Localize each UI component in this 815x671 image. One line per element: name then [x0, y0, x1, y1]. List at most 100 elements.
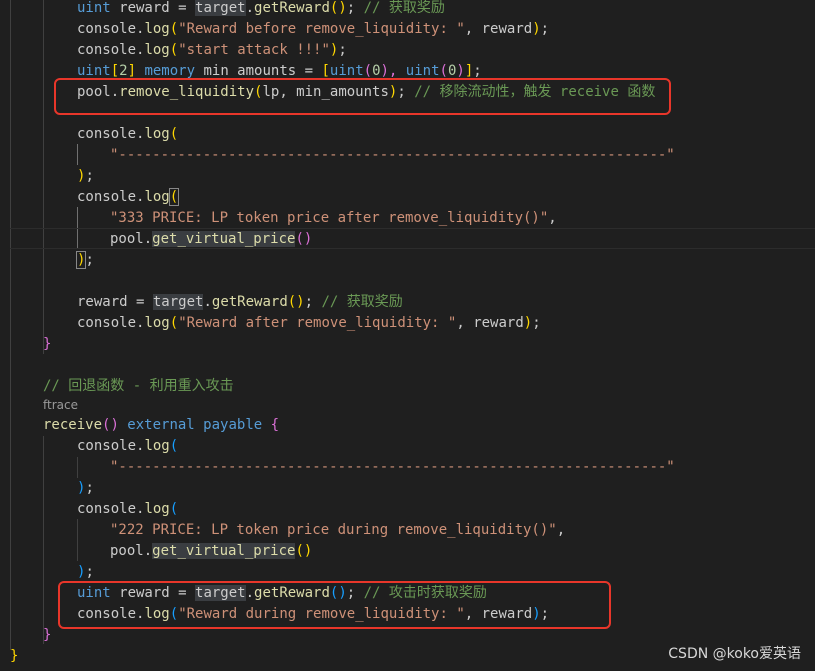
code-string: "333 PRICE: LP token price after remove_…	[110, 210, 549, 226]
code-token: [	[321, 63, 330, 79]
code-line: // 回退函数 - 利用重入攻击	[43, 376, 234, 397]
indent-guide	[10, 0, 11, 650]
indent-guide	[43, 436, 44, 644]
code-token: ;	[304, 294, 322, 310]
code-token: payable	[203, 417, 263, 433]
code-token: log	[144, 501, 170, 517]
code-line: reward = target.getReward(); // 获取奖励	[77, 292, 403, 313]
code-token: ,	[456, 315, 474, 331]
bracket-match: (	[168, 188, 180, 206]
code-comment: // 回退函数 - 利用重入攻击	[43, 378, 234, 394]
code-token: getReward	[254, 0, 330, 16]
code-token: (	[169, 21, 179, 37]
code-token: 2	[119, 63, 128, 79]
code-token: ;	[85, 168, 94, 184]
indent-guide	[77, 144, 78, 165]
code-token: }	[10, 648, 19, 664]
code-token: ,	[548, 210, 557, 226]
code-token: )	[456, 63, 465, 79]
code-token: console	[77, 126, 137, 142]
code-token: ()	[329, 0, 347, 16]
code-token: ;	[85, 480, 94, 496]
code-token: external	[118, 417, 204, 433]
code-token: =	[127, 294, 153, 310]
code-token: uint	[77, 63, 111, 79]
code-line: );	[77, 562, 94, 583]
code-token: console	[77, 438, 137, 454]
code-token: ;	[473, 63, 482, 79]
code-token: }	[43, 336, 52, 352]
code-line: }	[43, 625, 51, 646]
code-token: target	[195, 0, 246, 16]
code-token: console	[77, 21, 137, 37]
indent-guide	[77, 519, 78, 561]
code-line: "---------------------------------------…	[110, 457, 675, 478]
annotation-box-reward-during	[58, 581, 611, 629]
code-line: }	[43, 334, 51, 355]
code-token: (	[169, 315, 179, 331]
code-token: console	[77, 42, 137, 58]
code-token: ;	[338, 42, 347, 58]
code-token: console	[77, 189, 137, 205]
code-line: console.log("start attack !!!");	[77, 40, 347, 61]
code-line: console.log("Reward before remove_liquid…	[77, 19, 549, 40]
code-line: console.log(	[77, 187, 180, 208]
code-token: pool	[110, 231, 144, 247]
code-token: ,	[464, 21, 482, 37]
code-token: (	[439, 63, 448, 79]
code-token: ),	[380, 63, 406, 79]
code-string: "222 PRICE: LP token price during remove…	[110, 522, 557, 538]
code-line: console.log("Reward after remove_liquidi…	[77, 313, 541, 334]
code-token: ,	[556, 522, 566, 538]
code-string: "start attack !!!"	[178, 42, 330, 58]
code-token: ;	[85, 564, 94, 580]
indent-guide	[43, 0, 44, 354]
code-token: min_amounts =	[195, 63, 322, 79]
code-token: reward =	[110, 0, 196, 16]
code-line: "---------------------------------------…	[110, 145, 675, 166]
code-token: log	[144, 21, 170, 37]
code-token: (	[169, 126, 179, 142]
code-string: "Reward before remove_liquidity: "	[178, 21, 465, 37]
code-token: log	[144, 315, 170, 331]
code-token: [	[110, 63, 120, 79]
code-token: (	[169, 42, 179, 58]
code-token: get_virtual_price	[152, 231, 296, 247]
code-line: console.log(	[77, 499, 178, 520]
code-line: pool.get_virtual_price()	[110, 229, 312, 250]
code-token: ;	[532, 315, 541, 331]
code-token: (	[363, 63, 373, 79]
code-line: "222 PRICE: LP token price during remove…	[110, 520, 565, 541]
watermark: CSDN @koko爱英语	[668, 646, 801, 662]
code-token: ;	[540, 21, 550, 37]
code-token: ;	[346, 0, 364, 16]
code-line: console.log(	[77, 124, 178, 145]
code-comment: // 获取奖励	[363, 0, 445, 16]
code-token: (	[169, 438, 179, 454]
code-string: "---------------------------------------…	[110, 459, 675, 475]
code-token: )	[523, 315, 533, 331]
code-token: console	[77, 315, 137, 331]
code-token: ()	[287, 294, 305, 310]
code-token: }	[43, 627, 52, 643]
codelens-link[interactable]: ftrace	[43, 398, 78, 412]
code-string: "Reward after remove_liquidity: "	[178, 315, 457, 331]
code-token: reward	[481, 21, 533, 37]
code-token: log	[144, 126, 170, 142]
code-token: .	[245, 0, 255, 16]
code-token: .	[143, 543, 153, 559]
code-token: ()	[102, 417, 119, 433]
code-token: getReward	[211, 294, 288, 310]
code-token: (	[169, 501, 179, 517]
code-token: uint	[77, 0, 111, 16]
code-token: )	[532, 21, 541, 37]
code-token: 0	[372, 63, 381, 79]
code-token: log	[144, 42, 170, 58]
code-line: );	[75, 250, 94, 271]
code-line: "333 PRICE: LP token price after remove_…	[110, 208, 557, 229]
code-token: ()	[295, 231, 313, 247]
code-token: uint	[329, 63, 364, 79]
code-token: .	[143, 231, 153, 247]
code-line: );	[77, 478, 94, 499]
code-editor[interactable]: uint reward = target.getReward(); // 获取奖…	[0, 0, 815, 671]
